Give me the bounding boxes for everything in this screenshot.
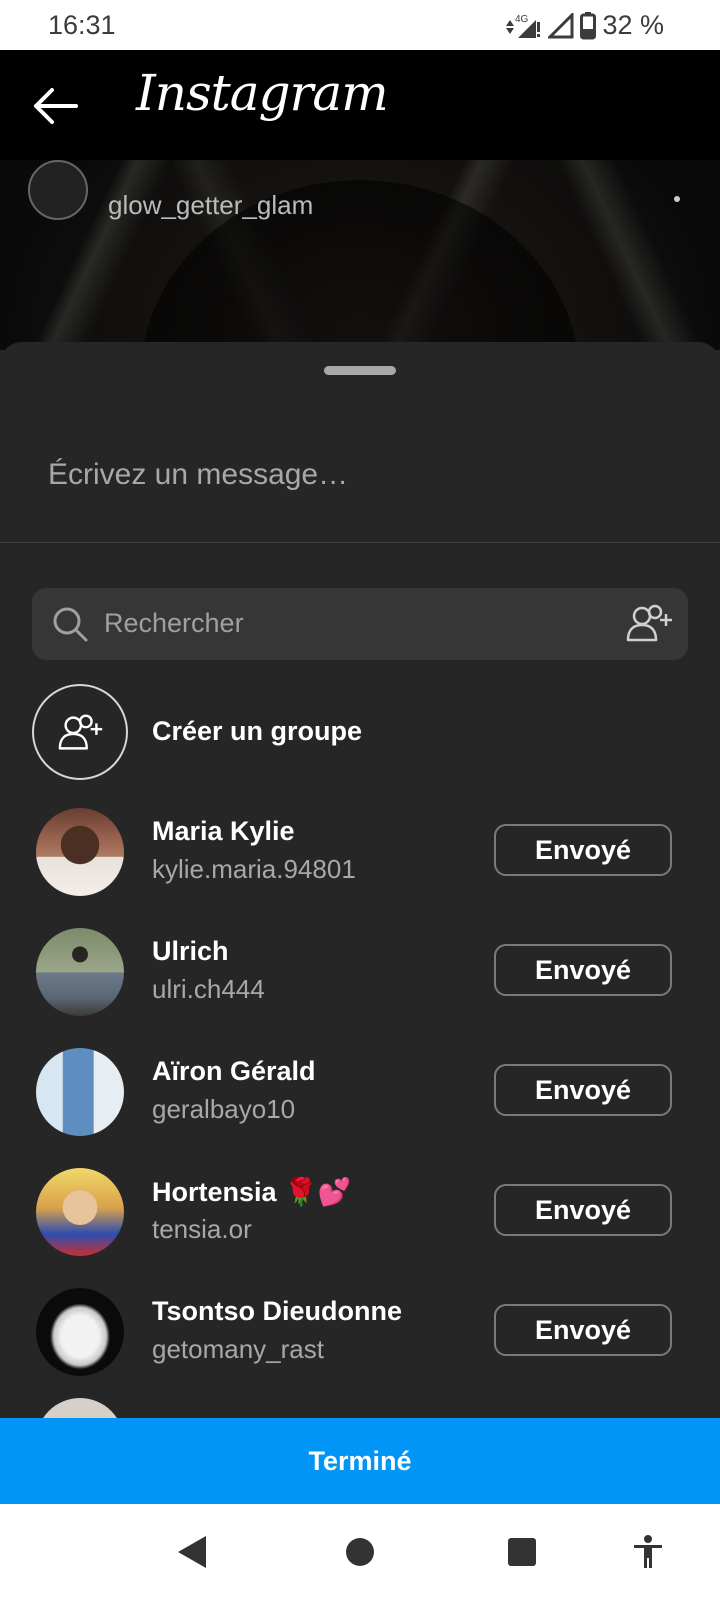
nav-back-icon[interactable] xyxy=(176,1534,208,1575)
contact-row[interactable]: Hortensia 🌹💕 tensia.or Envoyé xyxy=(0,1168,720,1288)
network-icon: 4G xyxy=(502,12,542,40)
search-input[interactable]: Rechercher xyxy=(104,608,244,639)
contact-row[interactable]: Aïron Gérald geralbayo10 Envoyé xyxy=(0,1048,720,1168)
app-logo: Instagram xyxy=(136,64,389,122)
create-group-row[interactable]: Créer un groupe xyxy=(32,684,688,784)
app-header: Instagram xyxy=(0,50,720,160)
contact-username: kylie.maria.94801 xyxy=(152,854,356,884)
signal-icon xyxy=(548,12,574,39)
navigation-bar xyxy=(0,1504,720,1600)
sent-button[interactable]: Envoyé xyxy=(494,944,672,996)
avatar xyxy=(36,1048,124,1136)
back-arrow-icon[interactable] xyxy=(30,86,80,131)
avatar xyxy=(36,808,124,896)
create-group-icon xyxy=(32,684,128,780)
search-icon xyxy=(50,604,90,649)
drag-handle[interactable] xyxy=(324,366,396,375)
contact-name: Tsontso Dieudonne xyxy=(152,1296,402,1326)
contact-list: Maria Kylie kylie.maria.94801 Envoyé Ulr… xyxy=(0,808,720,1408)
sent-button[interactable]: Envoyé xyxy=(494,1064,672,1116)
battery-icon xyxy=(580,11,597,40)
contact-username: getomany_rast xyxy=(152,1334,324,1364)
status-bar: 16:31 4G 32 % xyxy=(0,0,720,50)
avatar xyxy=(36,1288,124,1376)
post-author-avatar xyxy=(28,160,88,220)
contact-name: Hortensia 🌹💕 xyxy=(152,1177,352,1207)
contact-username: tensia.or xyxy=(152,1214,252,1244)
search-bar[interactable]: Rechercher xyxy=(32,588,688,660)
svg-text:4G: 4G xyxy=(515,14,529,25)
avatar xyxy=(36,928,124,1016)
nav-home-icon[interactable] xyxy=(344,1534,376,1575)
sent-button[interactable]: Envoyé xyxy=(494,1184,672,1236)
sent-button[interactable]: Envoyé xyxy=(494,1304,672,1356)
sent-button[interactable]: Envoyé xyxy=(494,824,672,876)
nav-recents-icon[interactable] xyxy=(506,1534,538,1575)
contact-name: Ulrich xyxy=(152,936,229,966)
share-sheet: Écrivez un message… Rechercher Créer un … xyxy=(0,342,720,1418)
add-people-icon[interactable] xyxy=(624,602,676,651)
contact-row[interactable]: Ulrich ulri.ch444 Envoyé xyxy=(0,928,720,1048)
contact-row[interactable]: Maria Kylie kylie.maria.94801 Envoyé xyxy=(0,808,720,928)
accessibility-icon[interactable] xyxy=(632,1534,664,1575)
post-more-icon xyxy=(674,196,680,202)
contact-name: Aïron Gérald xyxy=(152,1056,316,1086)
battery-percent: 32 % xyxy=(602,10,664,40)
contact-name: Maria Kylie xyxy=(152,816,295,846)
status-icons: 4G 32 % xyxy=(502,10,664,41)
divider xyxy=(0,542,720,543)
done-button[interactable]: Terminé xyxy=(0,1418,720,1504)
contact-username: ulri.ch444 xyxy=(152,974,265,1004)
avatar xyxy=(36,1168,124,1256)
status-time: 16:31 xyxy=(48,10,116,40)
create-group-label: Créer un groupe xyxy=(152,716,363,746)
message-input[interactable]: Écrivez un message… xyxy=(48,458,348,492)
post-author-username: glow_getter_glam xyxy=(108,190,314,220)
contact-username: geralbayo10 xyxy=(152,1094,296,1124)
contact-row[interactable]: Tsontso Dieudonne getomany_rast Envoyé xyxy=(0,1288,720,1408)
